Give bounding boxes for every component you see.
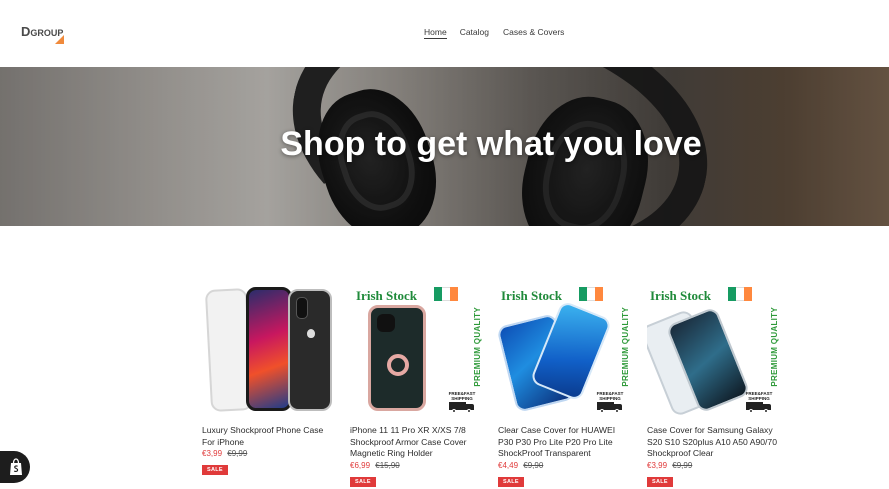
hero-banner: Shop to get what you love [0, 67, 889, 226]
premium-quality-label: PREMIUM QUALITY [770, 307, 779, 387]
sale-price: €3,99 [202, 449, 223, 458]
product-image[interactable]: Irish Stock PREMIUM QUALITY FREE&FAST SH… [350, 283, 483, 416]
sale-badge: SALE [498, 476, 524, 487]
featured-products: Luxury Shockproof Phone Case For iPhone … [202, 283, 782, 489]
regular-price: €9,90 [523, 460, 544, 470]
regular-price: €9,99 [227, 449, 248, 458]
ring-case-graphic [368, 305, 426, 411]
irish-flag-icon [434, 287, 458, 301]
store-logo[interactable]: DGROUP [21, 25, 67, 47]
site-header: DGROUP Home Catalog Cases & Covers [0, 0, 889, 67]
product-image[interactable] [202, 283, 335, 416]
premium-quality-label: PREMIUM QUALITY [621, 307, 630, 387]
irish-stock-banner: Irish Stock [356, 288, 418, 303]
product-title[interactable]: iPhone 11 11 Pro XR X/XS 7/8 Shockproof … [350, 425, 483, 460]
product-prices: €6,99 €15,90 [350, 461, 483, 470]
irish-stock-banner: Irish Stock [650, 288, 712, 303]
hero-title: Shop to get what you love [280, 125, 702, 163]
product-title[interactable]: Case Cover for Samsung Galaxy S20 S10 S2… [647, 425, 780, 460]
sale-badge: SALE [647, 476, 673, 487]
irish-flag-icon [579, 287, 603, 301]
free-shipping-badge: FREE&FAST SHIPPING [443, 391, 481, 413]
premium-quality-label: PREMIUM QUALITY [473, 307, 482, 387]
regular-price: €15,90 [375, 460, 400, 470]
sale-price: €3,99 [647, 460, 668, 470]
shopify-bag-icon[interactable] [0, 451, 30, 483]
regular-price: €9,99 [672, 460, 693, 470]
product-card[interactable]: Irish Stock PREMIUM QUALITY FREE&FAST SH… [350, 283, 483, 488]
truck-icon [746, 402, 772, 413]
iphone-back-graphic [288, 289, 332, 411]
product-image[interactable]: Irish Stock PREMIUM QUALITY FREE&FAST SH… [498, 283, 631, 416]
nav-cases-covers[interactable]: Cases & Covers [503, 27, 564, 39]
product-card[interactable]: Irish Stock PREMIUM QUALITY FREE&FAST SH… [498, 283, 631, 488]
product-image[interactable]: Irish Stock PREMIUM QUALITY FREE&FAST SH… [647, 283, 780, 416]
sale-badge: SALE [350, 476, 376, 487]
product-prices: €3,99 €9,99 [202, 449, 335, 458]
sale-price: €4,49 [498, 460, 519, 470]
sale-badge: SALE [202, 465, 228, 475]
truck-icon [449, 402, 475, 413]
free-shipping-badge: FREE&FAST SHIPPING [591, 391, 629, 413]
free-shipping-badge: FREE&FAST SHIPPING [740, 391, 778, 413]
product-card[interactable]: Irish Stock PREMIUM QUALITY FREE&FAST SH… [647, 283, 780, 488]
product-prices: €4,49 €9,90 [498, 461, 631, 470]
nav-home[interactable]: Home [424, 27, 447, 39]
product-card[interactable]: Luxury Shockproof Phone Case For iPhone … [202, 283, 335, 476]
truck-icon [597, 402, 623, 413]
sale-price: €6,99 [350, 460, 371, 470]
main-nav: Home Catalog Cases & Covers [424, 27, 564, 39]
irish-flag-icon [728, 287, 752, 301]
product-title[interactable]: Clear Case Cover for HUAWEI P30 P30 Pro … [498, 425, 631, 460]
product-title[interactable]: Luxury Shockproof Phone Case For iPhone [202, 425, 335, 448]
iphone-front-graphic [246, 287, 292, 411]
logo-accent-icon [55, 35, 64, 44]
product-prices: €3,99 €9,99 [647, 461, 780, 470]
nav-catalog[interactable]: Catalog [460, 27, 489, 39]
irish-stock-banner: Irish Stock [501, 288, 563, 303]
